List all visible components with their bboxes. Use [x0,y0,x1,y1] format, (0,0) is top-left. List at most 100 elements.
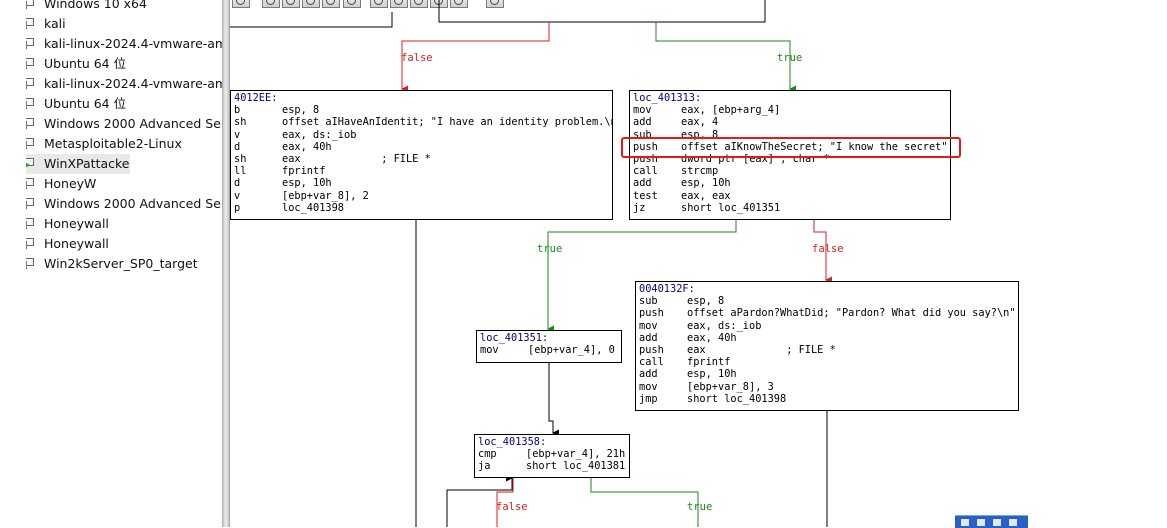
vm-icon [26,98,34,109]
tray-icon [977,519,985,526]
vm-list-item-label: kali [44,16,66,31]
asm-line: cmp [ebp+var_4], 21h [478,448,626,460]
vm-list-item[interactable]: Ubuntu 64 位 [26,94,222,114]
vm-list-item-label: HoneyW [44,176,97,191]
asm-mnemonic: jmp [639,392,658,405]
vm-icon [26,218,34,229]
vm-list-item[interactable]: Windows 10 x64 [26,0,222,14]
asm-operands: eax, 40h [282,140,332,153]
vm-list-item[interactable]: Win2kServer_SP0_target [26,254,222,274]
graph-node-0040132F[interactable]: 0040132F: sub esp, 8 push offset aPardon?Wha… [635,281,1019,411]
vm-list-item-label: kali-linux-2024.4-vmware-amd [44,76,222,91]
asm-mnemonic: sub [639,295,658,308]
asm-mnemonic: ll [234,165,247,178]
tray-icon [993,519,1001,526]
asm-operands: strcmp [681,165,719,178]
asm-line: d eax, 40h [234,141,609,153]
panel-splitter[interactable] [222,0,230,527]
asm-line: v [ebp+var_8], 2 [234,190,609,202]
vm-list-item[interactable]: kali-linux-2024.4-vmware-amd [26,34,222,54]
vm-list-item[interactable]: HoneyW [26,174,222,194]
vm-list-item-label: Windows 2000 Advanced Serv [44,116,222,131]
asm-line: jmp short loc_401398 [639,393,1015,405]
asm-operands: esp, 10h [681,177,731,190]
asm-mnemonic: v [234,189,241,202]
taskbar-tray [955,515,1028,528]
asm-operands: offset aIHaveAnIdentit; "I have an ident… [282,116,613,129]
vm-icon [26,78,34,89]
ida-graph-view[interactable]: false true true false false true 4012EE:… [230,0,1167,527]
vm-list-item[interactable]: kali [26,14,222,34]
vm-icon [26,138,34,149]
vm-list-item[interactable]: Honeywall [26,214,222,234]
vm-list-item-label: Honeywall [44,236,109,251]
asm-operands: fprintf [282,165,326,178]
vm-list-item-label: Windows 10 x64 [44,0,147,11]
asm-line: mov [ebp+var_4], 0 [480,344,618,356]
edge-label-false: false [496,501,528,513]
asm-mnemonic: push [639,343,664,356]
asm-mnemonic: test [633,189,658,202]
graph-node-loc_401351[interactable]: loc_401351: mov [ebp+var_4], 0 [476,330,622,363]
node-header: loc_401351: [480,332,549,344]
asm-operands: fprintf [687,356,731,369]
asm-line: add esp, 10h [639,368,1015,380]
asm-line: mov eax, [ebp+arg_4] [633,104,947,116]
vm-icon [26,118,34,129]
asm-mnemonic: p [234,201,241,214]
asm-line: p loc_401398 [234,202,609,214]
asm-operands: [ebp+var_8], 2 [282,189,369,202]
vm-icon [26,238,34,249]
asm-mnemonic: v [234,128,241,141]
graph-node-loc_401358[interactable]: loc_401358: cmp [ebp+var_4], 21h ja short lo… [474,434,630,478]
asm-mnemonic: d [234,140,241,153]
edge-seq [548,362,559,437]
vm-library-panel: Windows 10 x64 kali kali-linux-2024.4-vmwa… [0,0,222,527]
asm-mnemonic: add [633,177,652,190]
asm-mnemonic: sh [234,152,247,165]
vm-icon [26,178,34,189]
asm-line: ll fprintf [234,165,609,177]
graph-node-4012EE[interactable]: 4012EE: b esp, 8 sh offset aIHaveAnIdentit; … [230,90,613,220]
asm-operands: eax, ds:_iob [282,128,357,141]
vm-list-item-label: Metasploitable2-Linux [44,136,182,151]
asm-line: mov eax, ds:_iob [639,320,1015,332]
tray-icon [961,519,969,526]
asm-line: push offset aPardon?WhatDid; "Pardon? Wha… [639,307,1016,320]
asm-line: add esp, 10h [633,177,947,189]
vm-list-item[interactable]: Honeywall [26,234,222,254]
vm-list-item[interactable]: WinXPattacker [26,154,130,174]
vm-list-item[interactable]: kali-linux-2024.4-vmware-amd [26,74,222,94]
asm-mnemonic: cmp [478,448,497,461]
vm-list-item[interactable]: Windows 2000 Advanced Serv [26,194,222,214]
asm-line: push eax ; FILE * [639,344,1015,356]
asm-mnemonic: call [639,356,664,369]
asm-line: sub esp, 8 [639,295,1015,307]
vm-list-item[interactable]: Windows 2000 Advanced Serv [26,114,222,134]
asm-line: call fprintf [639,356,1015,368]
asm-mnemonic: ja [478,460,491,473]
asm-line: ja short loc_401381 [478,460,626,472]
asm-line: call strcmp [633,165,947,177]
asm-operands: eax, eax [681,189,731,202]
top-block-edge [438,0,766,23]
edge-label-true: true [537,243,563,255]
asm-line: sh eax ; FILE * [234,153,609,165]
asm-mnemonic: add [639,368,658,381]
vm-list-item[interactable]: Ubuntu 64 位 [26,54,222,74]
asm-mnemonic: mov [639,380,658,393]
asm-line: v eax, ds:_iob [234,129,609,141]
asm-mnemonic: add [639,331,658,344]
vm-list-item[interactable]: Metasploitable2-Linux [26,134,222,154]
vm-list-item-label: kali-linux-2024.4-vmware-amd [44,36,222,51]
asm-operands: offset aPardon?WhatDid; "Pardon? What di… [687,307,1016,320]
asm-line: sh offset aIHaveAnIdentit; "I have an ide… [234,116,612,128]
asm-operands: esp, 8 [687,295,725,308]
edge-bot-true [590,477,699,527]
asm-mnemonic: d [234,177,241,190]
tray-icon [1009,519,1017,526]
graph-edges [230,0,832,527]
vm-list-item-label: Ubuntu 64 位 [44,96,127,111]
asm-line: mov [ebp+var_8], 3 [639,381,1015,393]
node-header: 0040132F: [639,283,695,295]
